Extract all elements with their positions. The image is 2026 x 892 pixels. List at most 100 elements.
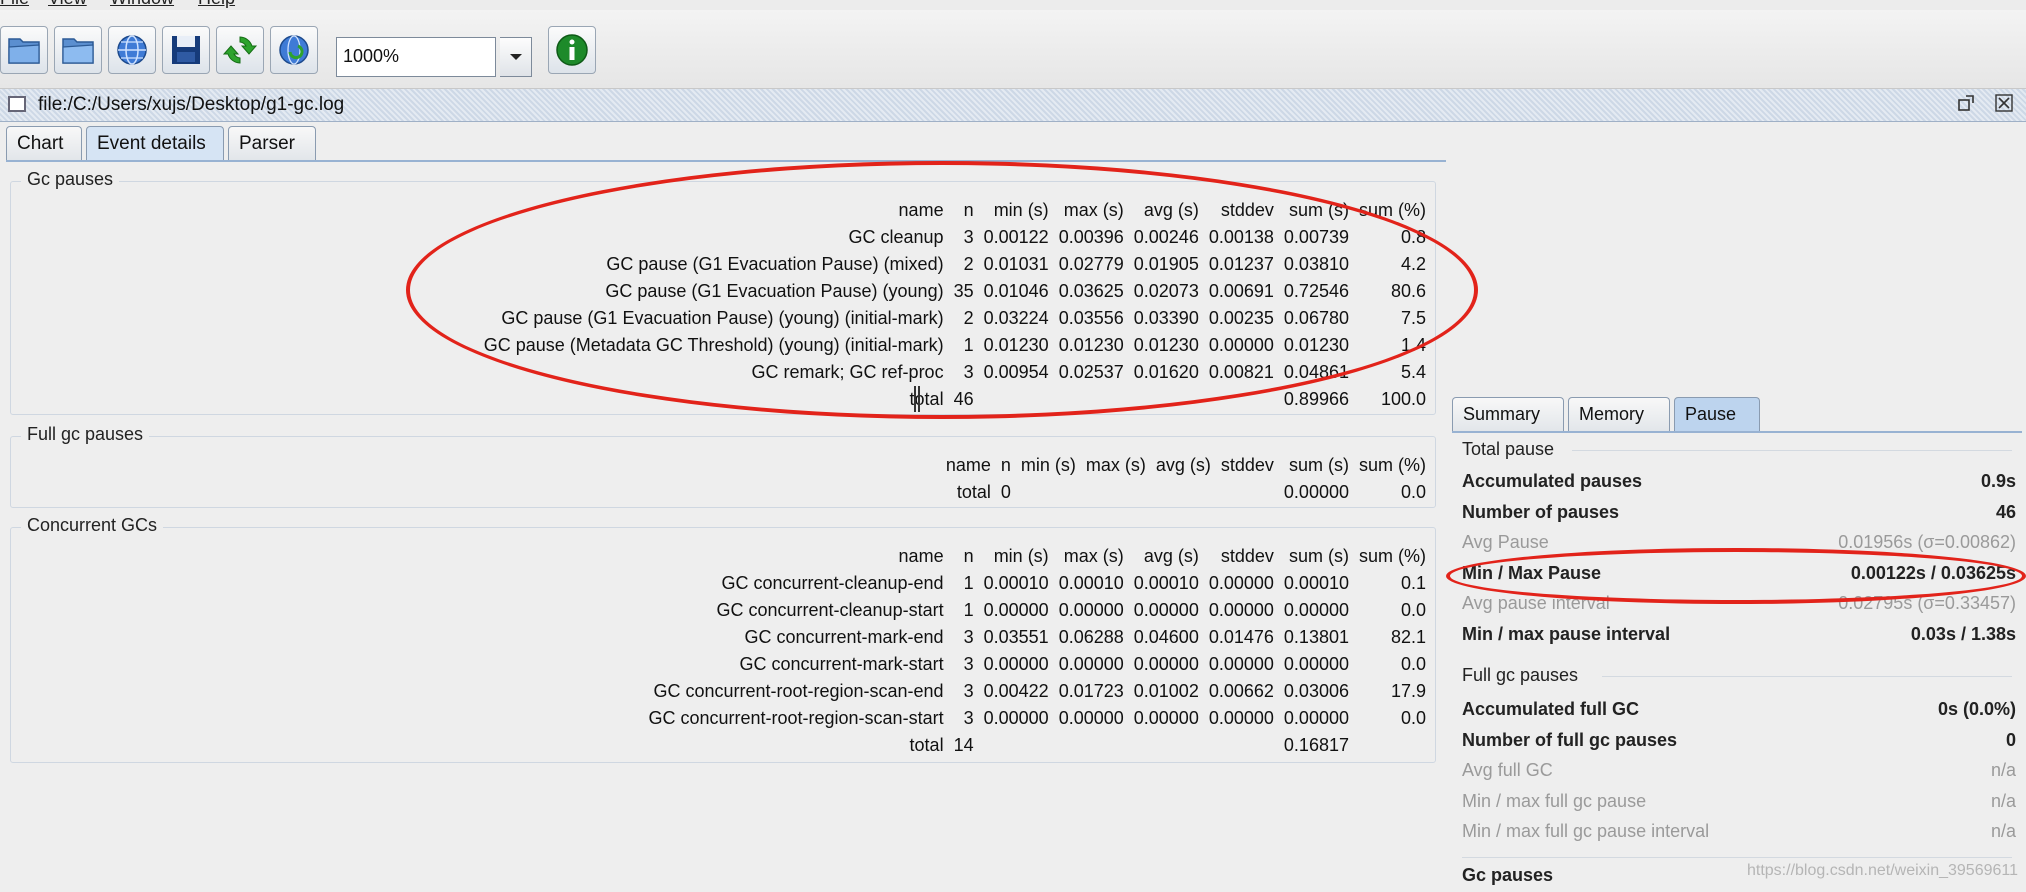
table-cell: GC remark; GC ref-proc bbox=[751, 362, 944, 382]
table-cell: 0.00000 bbox=[1058, 600, 1124, 620]
table-cell: GC concurrent-cleanup-start bbox=[716, 600, 944, 620]
table-cell: GC concurrent-mark-end bbox=[744, 627, 944, 647]
table-cell bbox=[1204, 732, 1279, 759]
table-cell: 3 bbox=[963, 227, 974, 247]
stat-value: 0.01956s (σ=0.00862) bbox=[1838, 532, 2016, 552]
stat-label: Number of full gc pauses bbox=[1462, 729, 1678, 750]
total-row[interactable]: total 14 0.16817 bbox=[643, 732, 1431, 759]
stat-row: Accumulated pauses 0.9s bbox=[1462, 467, 2016, 495]
open-folder-icon[interactable] bbox=[54, 26, 102, 74]
open-file-icon[interactable] bbox=[0, 26, 48, 74]
menu-file[interactable]: File bbox=[0, 0, 29, 9]
table-cell: 0.00000 bbox=[983, 708, 1049, 728]
table-cell: total bbox=[909, 389, 944, 409]
table-cell: 0.00422 bbox=[983, 681, 1049, 701]
column-header: avg (s) bbox=[1155, 455, 1211, 475]
stat-label: Min / max pause interval bbox=[1462, 623, 1671, 644]
stat-value: 0.03s / 1.38s bbox=[1910, 623, 2016, 644]
table-cell: 0.01476 bbox=[1208, 627, 1274, 647]
tab-parser[interactable]: Parser bbox=[228, 126, 316, 160]
tab-event-details[interactable]: Event details bbox=[86, 126, 224, 160]
watch-icon[interactable] bbox=[270, 26, 318, 74]
zoom-dropdown-button[interactable] bbox=[500, 37, 532, 77]
table-row[interactable]: GC remark; GC ref-proc 3 0.00954 0.02537 0.0… bbox=[479, 359, 1431, 386]
table-cell: 0.01905 bbox=[1133, 254, 1199, 274]
table-row[interactable]: GC concurrent-root-region-scan-start 3 0.0… bbox=[643, 705, 1431, 732]
stat-label: Avg full GC bbox=[1462, 760, 1553, 780]
table-cell: 0.00246 bbox=[1133, 227, 1199, 247]
total-row[interactable]: total 46 0.89966 100.0 bbox=[479, 386, 1431, 413]
column-header: min (s) bbox=[993, 546, 1049, 566]
table-cell: 7.5 bbox=[1400, 308, 1426, 328]
open-url-icon[interactable] bbox=[108, 26, 156, 74]
table-cell: 35 bbox=[953, 281, 974, 301]
menu-window[interactable]: Window bbox=[110, 0, 174, 9]
stat-row: Number of full gc pauses 0 bbox=[1462, 726, 2016, 754]
menu-help[interactable]: Help bbox=[198, 0, 235, 9]
table-row[interactable]: GC pause (G1 Evacuation Pause) (young) (… bbox=[479, 305, 1431, 332]
table-row[interactable]: GC concurrent-mark-start 3 0.00000 0.00000 0… bbox=[643, 651, 1431, 678]
document-title: file:/C:/Users/xujs/Desktop/g1-gc.log bbox=[38, 94, 345, 115]
table-row[interactable]: GC pause (Metadata GC Threshold) (young)… bbox=[479, 332, 1431, 359]
table-cell: 0.00235 bbox=[1208, 308, 1274, 328]
table-cell: 0.01230 bbox=[983, 335, 1049, 355]
save-icon[interactable] bbox=[162, 26, 210, 74]
zoom-combobox[interactable]: 1000% bbox=[336, 37, 496, 77]
column-header: sum (s) bbox=[1289, 200, 1349, 220]
tab-summary[interactable]: Summary bbox=[1452, 397, 1564, 431]
table-cell: 0.00662 bbox=[1208, 681, 1274, 701]
table-row[interactable]: GC cleanup 3 0.00122 0.00396 0.00246 0.00138 0… bbox=[479, 224, 1431, 251]
column-header: max (s) bbox=[1085, 455, 1146, 475]
table-row[interactable]: GC pause (G1 Evacuation Pause) (young) 35… bbox=[479, 278, 1431, 305]
column-header: sum (s) bbox=[1289, 546, 1349, 566]
stat-label: Avg pause interval bbox=[1462, 593, 1610, 613]
stat-label: Min / Max Pause bbox=[1462, 562, 1602, 583]
table-cell: 1 bbox=[963, 335, 974, 355]
table-row[interactable]: GC concurrent-cleanup-end 1 0.00010 0.00010… bbox=[643, 570, 1431, 597]
table-cell: total bbox=[956, 482, 991, 502]
table-cell: 0.00010 bbox=[1133, 573, 1199, 593]
column-header: sum (%) bbox=[1359, 455, 1426, 475]
table-row[interactable]: GC concurrent-cleanup-start 1 0.00000 0.000… bbox=[643, 597, 1431, 624]
table-cell: 0.00000 bbox=[1208, 573, 1274, 593]
stat-label: Accumulated full GC bbox=[1462, 699, 1640, 719]
table-cell: 0.06288 bbox=[1058, 627, 1124, 647]
total-row[interactable]: total 0 0.00000 0.0 bbox=[941, 479, 1431, 506]
total-pause-label: Total pause bbox=[1462, 439, 1555, 459]
stat-value: n/a bbox=[1990, 760, 2016, 780]
table-cell: 0.03625 bbox=[1058, 281, 1124, 301]
table-cell bbox=[979, 732, 1054, 759]
table-row[interactable]: GC concurrent-root-region-scan-end 3 0.004… bbox=[643, 678, 1431, 705]
table-cell: 0.01723 bbox=[1058, 681, 1124, 701]
table-row[interactable]: GC pause (G1 Evacuation Pause) (mixed) 2 0… bbox=[479, 251, 1431, 278]
tab-memory[interactable]: Memory bbox=[1568, 397, 1670, 431]
table-cell bbox=[979, 386, 1054, 413]
table-cell: 0.00000 bbox=[1208, 708, 1274, 728]
section-divider bbox=[1462, 857, 2012, 858]
table-cell bbox=[1204, 386, 1279, 413]
info-icon[interactable] bbox=[548, 26, 596, 74]
column-header: sum (%) bbox=[1359, 546, 1426, 566]
menu-bar: File View Window Help bbox=[0, 0, 2026, 10]
table-cell: 1.4 bbox=[1400, 335, 1426, 355]
tab-chart[interactable]: Chart bbox=[6, 126, 82, 160]
table-cell: 0.0 bbox=[1400, 654, 1426, 674]
table-cell: 100.0 bbox=[1380, 389, 1426, 409]
table-header: name n min (s) max (s) avg (s) stddev sum (s) s… bbox=[479, 197, 1431, 224]
pause-panel: Total pause Accumulated pauses 0.9s Number… bbox=[1452, 431, 2022, 892]
tab-pause[interactable]: Pause bbox=[1674, 397, 1760, 431]
table-row[interactable]: GC concurrent-mark-end 3 0.03551 0.06288 0.0… bbox=[643, 624, 1431, 651]
maximize-icon[interactable] bbox=[1956, 94, 1976, 114]
table-cell: 0.00000 bbox=[1208, 654, 1274, 674]
section-divider bbox=[1572, 450, 2012, 451]
table-cell bbox=[1054, 386, 1129, 413]
table-cell: 46 bbox=[953, 389, 974, 409]
stat-value: 46 bbox=[1995, 501, 2016, 522]
stat-row: Min / max full gc pause interval n/a bbox=[1462, 817, 2016, 845]
section-divider bbox=[1602, 676, 2012, 677]
column-header: n bbox=[963, 200, 974, 220]
refresh-icon[interactable] bbox=[216, 26, 264, 74]
column-header: stddev bbox=[1220, 455, 1274, 475]
menu-view[interactable]: View bbox=[48, 0, 87, 9]
close-icon[interactable] bbox=[1994, 94, 2014, 114]
